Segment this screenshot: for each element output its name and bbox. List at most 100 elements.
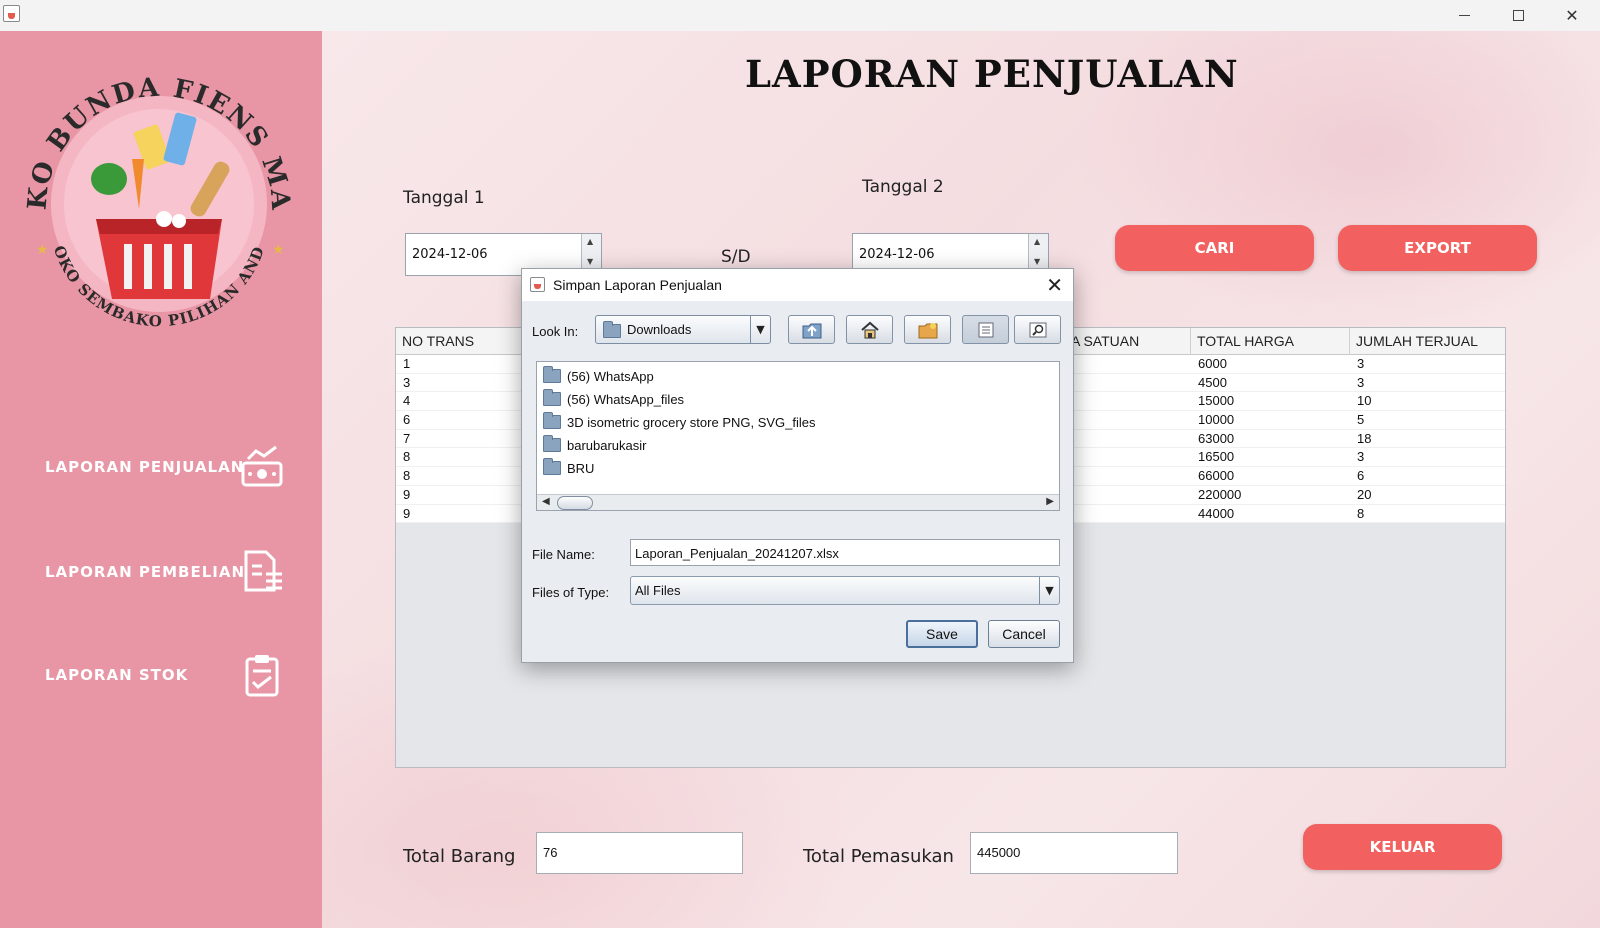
look-in-label: Look In:: [532, 324, 579, 339]
new-folder-icon: [918, 322, 937, 338]
table-cell[interactable]: 18: [1350, 431, 1371, 446]
table-cell[interactable]: 5: [1350, 412, 1364, 427]
table-cell[interactable]: 6000: [1191, 356, 1227, 371]
dialog-close-icon[interactable]: ✕: [1046, 273, 1063, 297]
scrollbar-thumb[interactable]: [557, 496, 593, 510]
table-cell[interactable]: 10: [1350, 393, 1371, 408]
table-cell[interactable]: 3: [1350, 449, 1364, 464]
table-cell[interactable]: 63000: [1191, 431, 1234, 446]
table-cell[interactable]: 4500: [1191, 375, 1227, 390]
details-view-button[interactable]: [1014, 315, 1061, 344]
java-app-icon: [3, 5, 20, 22]
home-icon: [860, 321, 879, 338]
list-view-button[interactable]: [962, 315, 1009, 344]
date1-value[interactable]: 2024-12-06: [412, 247, 488, 262]
maximize-icon: [1512, 10, 1524, 21]
save-button[interactable]: Save: [906, 620, 978, 648]
sidebar: TOKO BUNDA FIENS MART TOKO SEMBAKO PILIH…: [0, 31, 322, 928]
table-cell[interactable]: 8: [1350, 506, 1364, 521]
list-item[interactable]: (56) WhatsApp_files: [543, 389, 684, 409]
table-cell[interactable]: 10000: [1191, 412, 1234, 427]
table-cell[interactable]: 9: [396, 506, 410, 521]
sidebar-item-label: LAPORAN PENJUALAN: [45, 458, 245, 476]
table-cell[interactable]: 8: [396, 468, 410, 483]
sidebar-item-laporan-stok[interactable]: LAPORAN STOK: [0, 645, 322, 705]
list-view-icon: [978, 322, 993, 337]
star-icon: ★: [272, 242, 285, 258]
table-cell[interactable]: 220000: [1191, 487, 1241, 502]
up-folder-button[interactable]: [788, 315, 835, 344]
store-logo: TOKO BUNDA FIENS MART TOKO SEMBAKO PILIH…: [14, 49, 293, 330]
save-file-dialog: Simpan Laporan Penjualan ✕ Look In: Down…: [521, 268, 1074, 663]
dropdown-arrow-icon[interactable]: ▼: [750, 316, 770, 343]
new-folder-button[interactable]: [904, 315, 951, 344]
file-name-label: File Name:: [532, 547, 595, 562]
total-income-field[interactable]: 445000: [970, 832, 1178, 874]
table-cell[interactable]: 4: [396, 393, 410, 408]
column-header[interactable]: TOTAL HARGA: [1191, 328, 1350, 355]
maximize-button[interactable]: [1491, 0, 1545, 31]
sidebar-item-laporan-penjualan[interactable]: LAPORAN PENJUALAN: [0, 437, 322, 497]
window-titlebar: ✕: [0, 0, 1600, 31]
table-cell[interactable]: 20: [1350, 487, 1371, 502]
minimize-icon: [1458, 15, 1470, 16]
dialog-titlebar: Simpan Laporan Penjualan ✕: [522, 269, 1073, 301]
file-type-value: All Files: [635, 583, 681, 598]
total-income-value: 445000: [977, 845, 1021, 860]
exit-button[interactable]: KELUAR: [1303, 824, 1502, 870]
search-button[interactable]: CARI: [1115, 225, 1314, 271]
folder-icon: [603, 321, 621, 338]
spin-down-icon[interactable]: ▼: [1034, 257, 1040, 266]
range-separator-label: S/D: [721, 247, 751, 267]
date2-label: Tanggal 2: [862, 177, 944, 197]
table-cell[interactable]: 7: [396, 431, 410, 446]
scroll-right-icon[interactable]: ▶: [1046, 496, 1054, 507]
column-header[interactable]: A SATUAN: [1071, 328, 1191, 355]
list-item[interactable]: (56) WhatsApp: [543, 366, 654, 386]
table-cell[interactable]: 3: [396, 375, 410, 390]
column-header[interactable]: JUMLAH TERJUAL: [1350, 328, 1505, 355]
horizontal-scrollbar[interactable]: ◀ ▶: [537, 494, 1059, 510]
dropdown-arrow-icon[interactable]: ▼: [1039, 577, 1059, 604]
table-cell[interactable]: 16500: [1191, 449, 1234, 464]
table-cell[interactable]: 6: [396, 412, 410, 427]
sidebar-item-laporan-pembelian[interactable]: LAPORAN PEMBELIAN: [0, 542, 322, 602]
file-name-input[interactable]: Laporan_Penjualan_20241207.xlsx: [630, 539, 1060, 566]
table-cell[interactable]: 66000: [1191, 468, 1234, 483]
up-folder-icon: [802, 323, 821, 338]
spin-up-icon[interactable]: ▲: [1034, 237, 1040, 246]
look-in-combo[interactable]: Downloads ▼: [595, 315, 771, 344]
table-cell[interactable]: 1: [396, 356, 410, 371]
table-cell[interactable]: 15000: [1191, 393, 1234, 408]
file-name-value: Laporan_Penjualan_20241207.xlsx: [635, 546, 839, 561]
table-cell[interactable]: 8: [396, 449, 410, 464]
export-button[interactable]: EXPORT: [1338, 225, 1537, 271]
minimize-button[interactable]: [1437, 0, 1491, 31]
total-items-field[interactable]: 76: [536, 832, 743, 874]
spin-down-icon[interactable]: ▼: [587, 257, 593, 266]
clipboard-check-icon: [245, 655, 279, 697]
star-icon: ★: [36, 242, 49, 258]
total-income-label: Total Pemasukan: [803, 846, 954, 867]
table-cell[interactable]: 44000: [1191, 506, 1234, 521]
home-button[interactable]: [846, 315, 893, 344]
table-cell[interactable]: 6: [1350, 468, 1364, 483]
spin-up-icon[interactable]: ▲: [587, 237, 593, 246]
close-icon: ✕: [1565, 6, 1579, 25]
scroll-left-icon[interactable]: ◀: [542, 496, 550, 507]
table-cell[interactable]: 3: [1350, 375, 1364, 390]
list-item[interactable]: BRU: [543, 458, 594, 478]
java-app-icon: [530, 277, 545, 292]
file-list[interactable]: (56) WhatsApp (56) WhatsApp_files 3D iso…: [536, 361, 1060, 511]
file-type-combo[interactable]: All Files ▼: [630, 576, 1060, 605]
cancel-button[interactable]: Cancel: [988, 620, 1060, 648]
table-cell[interactable]: 3: [1350, 356, 1364, 371]
list-item[interactable]: 3D isometric grocery store PNG, SVG_file…: [543, 412, 816, 432]
table-cell[interactable]: 9: [396, 487, 410, 502]
folder-icon: [543, 435, 561, 452]
details-view-icon: [1029, 322, 1046, 337]
list-item[interactable]: barubarukasir: [543, 435, 647, 455]
date1-label: Tanggal 1: [403, 188, 485, 208]
close-window-button[interactable]: ✕: [1545, 0, 1599, 31]
date2-value[interactable]: 2024-12-06: [859, 247, 935, 262]
